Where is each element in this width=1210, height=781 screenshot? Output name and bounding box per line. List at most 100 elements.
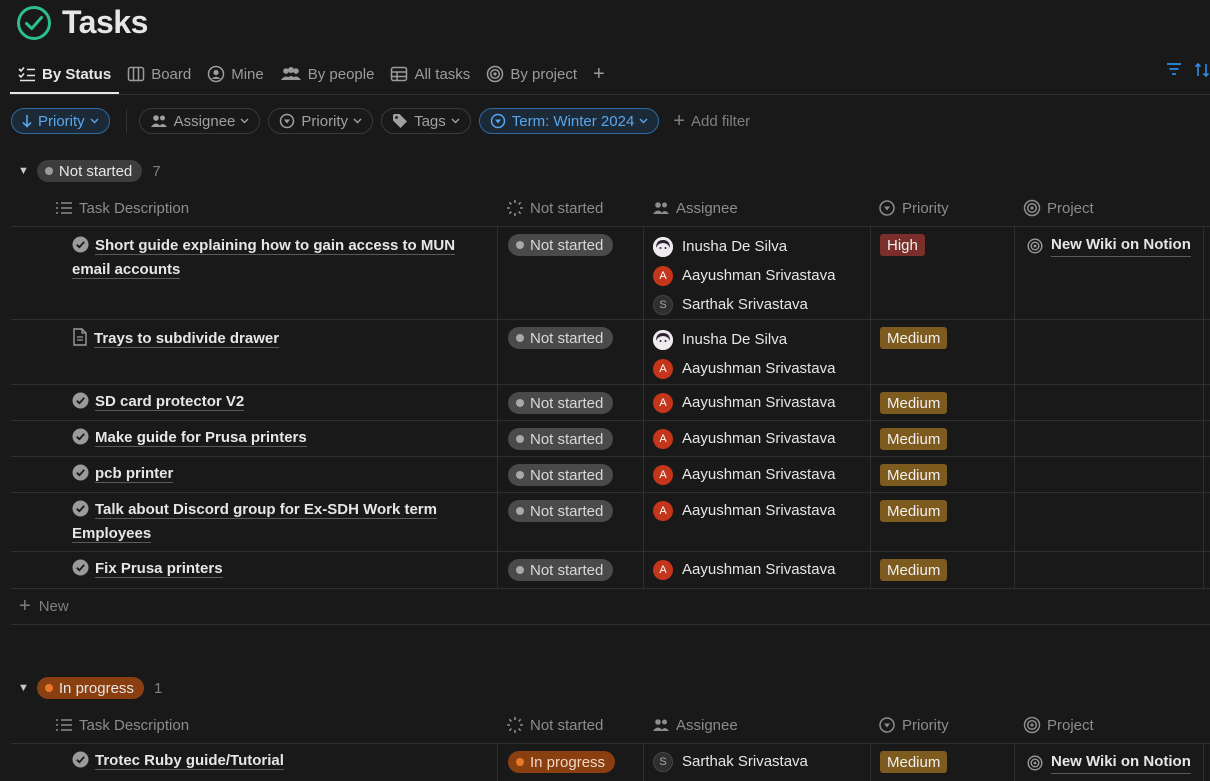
task-title-text: pcb printer [95, 465, 174, 483]
loading-icon [507, 200, 523, 216]
project-link[interactable]: New Wiki on Notion [1027, 234, 1191, 257]
status-cell[interactable]: Not started [497, 457, 643, 492]
col-priority[interactable]: Priority [878, 706, 949, 744]
col-assignee[interactable]: Assignee [652, 706, 738, 744]
task-title[interactable]: Trays to subdivide drawer [72, 327, 482, 351]
assignee-filter[interactable]: Assignee [138, 108, 261, 134]
group-header-in-progress[interactable]: ▼ In progress 1 [18, 677, 162, 699]
task-cell: Short guide explaining how to gain acces… [11, 227, 497, 319]
col-status[interactable]: Not started [506, 189, 603, 227]
priority-cell[interactable]: Medium [870, 552, 1014, 588]
col-project[interactable]: Project [1023, 189, 1094, 227]
assignee-cell[interactable]: A Aayushman Srivastava [643, 457, 870, 492]
task-title[interactable]: SD card protector V2 [72, 390, 482, 414]
status-cell[interactable]: Not started [497, 552, 643, 588]
assignee-cell[interactable]: A Aayushman Srivastava [643, 385, 870, 420]
col-status[interactable]: Not started [506, 706, 603, 744]
col-assignee[interactable]: Assignee [652, 189, 738, 227]
status-cell[interactable]: Not started [497, 421, 643, 456]
col-label: Task Description [79, 199, 190, 217]
new-row-button[interactable]: + New [11, 589, 1210, 625]
group-header-not-started[interactable]: ▼ Not started 7 [18, 160, 161, 182]
tab-by-status[interactable]: By Status [10, 56, 120, 94]
check-circle-icon [72, 559, 89, 576]
table-row[interactable]: SD card protector V2 Not started A Aayus… [11, 385, 1210, 421]
table-row[interactable]: Talk about Discord group for Ex-SDH Work… [11, 493, 1210, 552]
status-cell[interactable]: Not started [497, 385, 643, 420]
divider [125, 109, 127, 133]
add-filter-button[interactable]: + Add filter [673, 110, 750, 133]
tab-label: Board [151, 65, 192, 83]
col-task-description[interactable]: Task Description [55, 189, 189, 227]
filter-bar: Priority Assignee Priority Tags Term: Wi… [11, 108, 750, 134]
tab-by-people[interactable]: By people [272, 56, 383, 92]
assignee-cell[interactable]: S Sarthak Srivastava [643, 744, 870, 781]
col-priority[interactable]: Priority [878, 189, 949, 227]
project-cell[interactable]: New Wiki on Notion [1014, 227, 1204, 319]
chip-label: Priority [38, 112, 85, 130]
status-dot-icon [516, 471, 524, 479]
target-icon [487, 65, 504, 83]
priority-cell[interactable]: Medium [870, 457, 1014, 492]
priority-cell[interactable]: Medium [870, 320, 1014, 384]
caret-down-icon[interactable]: ▼ [18, 682, 29, 694]
tab-all-tasks[interactable]: All tasks [382, 56, 478, 92]
avatar: A [653, 358, 673, 379]
tab-by-project[interactable]: By project [478, 56, 585, 92]
filter-icon[interactable] [1166, 62, 1182, 78]
tab-board[interactable]: Board [119, 56, 199, 92]
project-cell[interactable] [1014, 385, 1204, 420]
col-label: Project [1047, 716, 1094, 734]
table-row[interactable]: Trotec Ruby guide/Tutorial In progress S… [11, 744, 1210, 781]
priority-cell[interactable]: Medium [870, 493, 1014, 551]
status-cell[interactable]: Not started [497, 227, 643, 319]
col-task-description[interactable]: Task Description [55, 706, 189, 744]
assignee-cell[interactable]: Inusha De Silva A Aayushman Srivastava [643, 320, 870, 384]
project-cell[interactable]: New Wiki on Notion [1014, 744, 1204, 781]
table-row[interactable]: Make guide for Prusa printers Not starte… [11, 421, 1210, 457]
assignee-cell[interactable]: A Aayushman Srivastava [643, 493, 870, 551]
project-cell[interactable] [1014, 552, 1204, 588]
priority-cell[interactable]: Medium [870, 385, 1014, 420]
project-cell[interactable] [1014, 320, 1204, 384]
status-cell[interactable]: Not started [497, 320, 643, 384]
table-row[interactable]: pcb printer Not started A Aayushman Sriv… [11, 457, 1210, 493]
priority-cell[interactable]: High [870, 227, 1014, 319]
assignee: A Aayushman Srivastava [653, 496, 835, 525]
priority-filter[interactable]: Priority [268, 108, 374, 134]
task-title[interactable]: Trotec Ruby guide/Tutorial [72, 749, 482, 773]
task-title[interactable]: Fix Prusa printers [72, 557, 482, 581]
term-filter[interactable]: Term: Winter 2024 [478, 108, 660, 134]
tab-mine[interactable]: Mine [199, 56, 272, 92]
task-title[interactable]: Talk about Discord group for Ex-SDH Work… [72, 498, 482, 546]
priority-cell[interactable]: Medium [870, 421, 1014, 456]
assignee: Inusha De Silva [653, 232, 835, 261]
task-title[interactable]: Make guide for Prusa printers [72, 426, 482, 450]
col-project[interactable]: Project [1023, 706, 1094, 744]
project-cell[interactable] [1014, 493, 1204, 551]
sort-icon[interactable] [1194, 62, 1210, 78]
assignee-cell[interactable]: A Aayushman Srivastava [643, 421, 870, 456]
status-cell[interactable]: In progress [497, 744, 643, 781]
project-cell[interactable] [1014, 457, 1204, 492]
caret-down-icon[interactable]: ▼ [18, 165, 29, 177]
add-view-button[interactable]: + [585, 56, 613, 92]
arrow-down-icon [22, 115, 32, 128]
project-link[interactable]: New Wiki on Notion [1027, 751, 1191, 774]
task-title[interactable]: pcb printer [72, 462, 482, 486]
priority-cell[interactable]: Medium [870, 744, 1014, 781]
status-cell[interactable]: Not started [497, 493, 643, 551]
tags-filter[interactable]: Tags [381, 108, 471, 134]
col-label: Assignee [676, 716, 738, 734]
assignee-cell[interactable]: A Aayushman Srivastava [643, 552, 870, 588]
table-row[interactable]: Fix Prusa printers Not started A Aayushm… [11, 552, 1210, 589]
table-header: Task Description Not started Assignee Pr… [11, 189, 1210, 227]
sort-chip[interactable]: Priority [11, 108, 110, 134]
assignee: A Aayushman Srivastava [653, 424, 835, 453]
table-row[interactable]: Trays to subdivide drawer Not started In… [11, 320, 1210, 385]
task-title[interactable]: Short guide explaining how to gain acces… [72, 234, 482, 282]
group-count: 1 [153, 679, 163, 697]
assignee-cell[interactable]: Inusha De Silva A Aayushman Srivastava S… [643, 227, 870, 319]
table-row[interactable]: Short guide explaining how to gain acces… [11, 227, 1210, 320]
project-cell[interactable] [1014, 421, 1204, 456]
